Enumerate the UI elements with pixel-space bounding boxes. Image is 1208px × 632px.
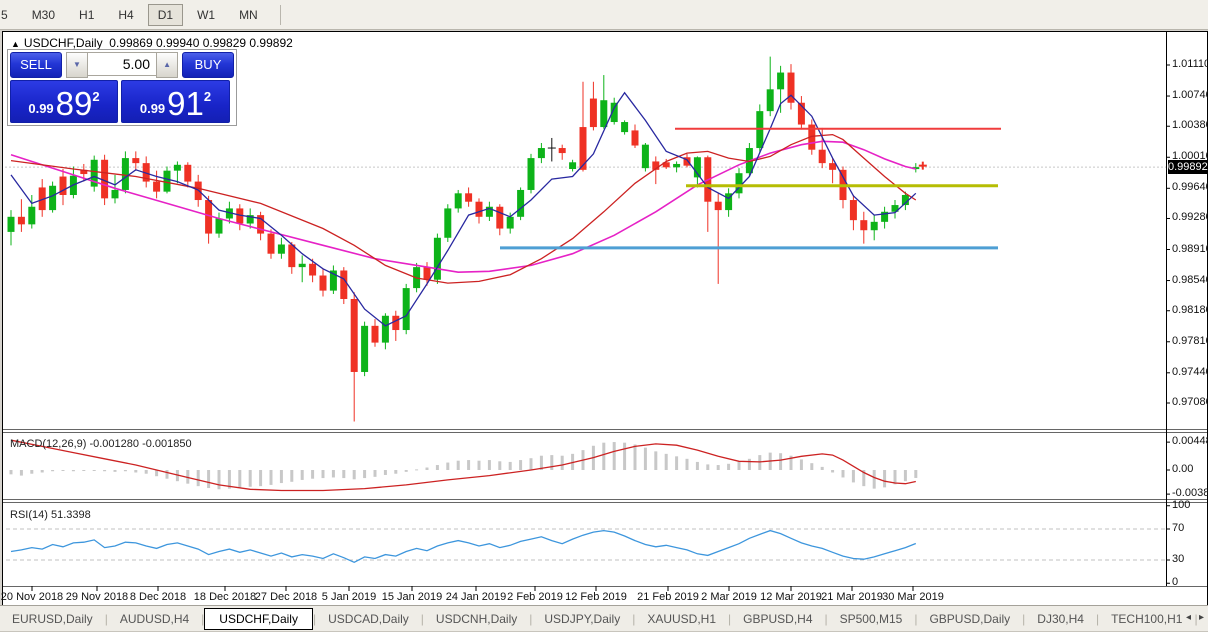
timeframe-button-h4[interactable]: H4 [108,4,143,26]
tab-usdcad-daily[interactable]: USDCAD,Daily [316,608,421,630]
timeframe-button-m30[interactable]: M30 [22,4,65,26]
chart-title: ▲ USDCHF,Daily 0.99869 0.99940 0.99829 0.… [11,36,293,50]
date-axis-label: 30 Mar 2019 [882,591,944,603]
tab-usdchf-daily[interactable]: USDCHF,Daily [204,608,313,630]
price-axis-label: 0.99640 [1172,181,1208,194]
price-axis-label: 1.01110 [1172,58,1208,70]
price-axis-label: 1.00740 [1172,89,1208,102]
buy-button[interactable]: BUY [182,52,234,78]
sell-price-sup: 2 [92,89,100,104]
spin-up-icon: ▲ [163,60,172,69]
sell-price-small: 0.99 [28,101,54,116]
price-axis-label: 0.97440 [1172,365,1208,378]
rsi-axis-label: 70 [1172,522,1185,534]
price-axis-label: 0.97810 [1172,334,1208,347]
chart-ohlc-values: 0.99869 0.99940 0.99829 0.99892 [109,36,293,50]
tab-dj30-h4[interactable]: DJ30,H4 [1025,608,1096,630]
timeframe-button-w1[interactable]: W1 [187,4,225,26]
tab-tech100-h1[interactable]: TECH100,H1 [1099,608,1194,630]
rsi-axis-label: 30 [1172,553,1185,565]
volume-increase-button[interactable]: ▲ [156,52,179,78]
tab-audusd-h4[interactable]: AUDUSD,H4 [108,608,201,630]
buy-price-sup: 2 [203,89,212,104]
sell-price-quote[interactable]: 0.99 89 2 [10,80,118,123]
timeframe-button-mn[interactable]: MN [229,4,268,26]
chart-symbol-label: USDCHF,Daily [23,36,103,50]
tab-sp500-m15[interactable]: SP500,M15 [828,608,915,630]
trading-app: 5 M30 H1 H4 D1 W1 MN ▲ USDCHF,Daily 0.99869 0.9… [0,0,1208,632]
sell-button[interactable]: SELL [10,52,62,78]
price-axis-label: 0.98540 [1172,273,1208,286]
price-axis-label: 0.99280 [1172,211,1208,224]
tab-eurusd-daily[interactable]: EURUSD,Daily [0,608,105,630]
spin-down-icon: ▼ [72,60,81,69]
price-axis-label: 1.00380 [1172,119,1208,132]
sell-price-big: 89 [55,85,93,122]
price-axis-label: 0.97080 [1172,395,1208,408]
price-axis-label: 0.98910 [1172,242,1208,255]
volume-input[interactable] [88,52,156,76]
price-axis-label: 1.00010 [1172,150,1208,163]
symbol-tabbar: EURUSD,Daily | AUDUSD,H4 | USDCHF,Daily | USDC… [0,605,1208,632]
timeframe-toolbar: 5 M30 H1 H4 D1 W1 MN [0,0,1208,30]
rsi-axis-label: 100 [1172,498,1191,511]
toolbar-separator [279,4,281,25]
timeframe-button-d1[interactable]: D1 [147,3,184,26]
macd-axis-label: 0.00 [1172,463,1194,475]
collapse-arrow-icon[interactable]: ▲ [11,39,20,49]
timeframe-button-h1[interactable]: H1 [69,4,104,26]
buy-price-small: 0.99 [139,101,166,116]
macd-axis-label: -0.003883 [1172,487,1208,500]
tab-usdjpy-daily[interactable]: USDJPY,Daily [532,608,632,630]
tab-xauusd-h1[interactable]: XAUUSD,H1 [635,608,728,630]
buy-price-quote[interactable]: 0.99 91 2 [121,80,230,123]
volume-decrease-button[interactable]: ▼ [65,52,88,78]
macd-axis-label: 0.004487 [1172,435,1208,448]
rsi-indicator-label: RSI(14) 51.3398 [10,509,91,521]
tabs-scroll-left-icon[interactable]: ◂ [1186,612,1191,623]
tab-usdcnh-daily[interactable]: USDCNH,Daily [424,608,529,630]
rsi-axis-label: 0 [1172,576,1179,589]
timeframe-button-5[interactable]: 5 [0,4,18,26]
buy-price-big: 91 [167,85,204,122]
tabs-scroll-right-icon[interactable]: ▸ [1199,612,1204,623]
tab-gbpusd-daily[interactable]: GBPUSD,Daily [917,608,1022,630]
macd-indicator-label: MACD(12,26,9) -0.001280 -0.001850 [10,438,192,450]
price-axis-label: 0.98180 [1172,303,1208,316]
chart-window[interactable]: ▲ USDCHF,Daily 0.99869 0.99940 0.99829 0.… [1,31,1208,606]
one-click-trade-panel: SELL ▼ ▲ BUY 0.99 89 2 0.99 91 2 [7,49,237,126]
tab-gbpusd-h4[interactable]: GBPUSD,H4 [731,608,824,630]
